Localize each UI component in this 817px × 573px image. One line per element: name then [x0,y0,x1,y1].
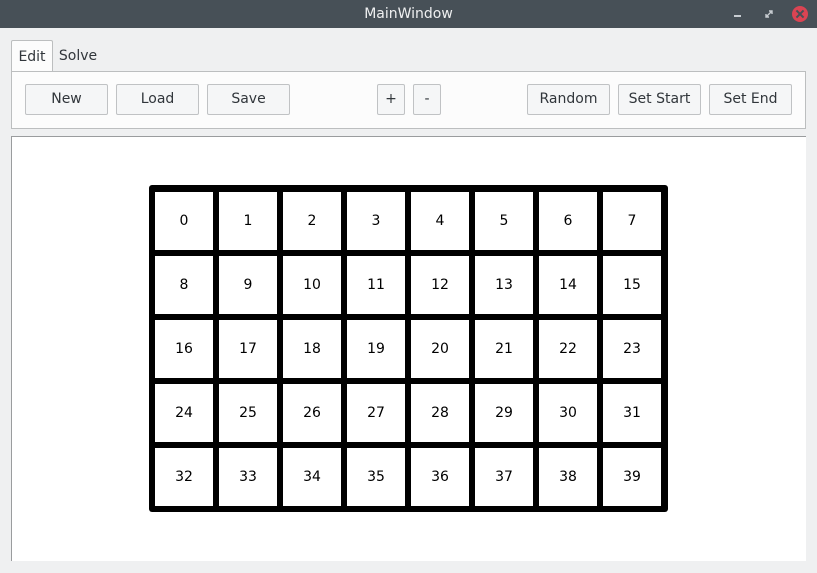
close-icon[interactable] [791,5,809,23]
minimize-icon[interactable] [728,5,746,23]
tab-edit[interactable]: Edit [11,40,53,72]
grid-cell[interactable]: 39 [603,448,661,506]
grid-cell[interactable]: 26 [283,384,341,442]
grid-cell[interactable]: 22 [539,320,597,378]
grid-cell[interactable]: 17 [219,320,277,378]
grid-cell[interactable]: 32 [155,448,213,506]
grid-cell[interactable]: 10 [283,256,341,314]
grid-cell[interactable]: 14 [539,256,597,314]
grid-cell[interactable]: 7 [603,192,661,250]
grid-cell[interactable]: 19 [347,320,405,378]
grid-cell[interactable]: 33 [219,448,277,506]
new-button[interactable]: New [25,84,108,115]
grid-cell[interactable]: 3 [347,192,405,250]
grid-cell[interactable]: 8 [155,256,213,314]
grid-cell[interactable]: 9 [219,256,277,314]
save-button[interactable]: Save [207,84,290,115]
grid-cell[interactable]: 27 [347,384,405,442]
grid-cell[interactable]: 21 [475,320,533,378]
set-end-button[interactable]: Set End [709,84,792,115]
set-start-button[interactable]: Set Start [618,84,701,115]
grid-cell[interactable]: 15 [603,256,661,314]
grid-cell[interactable]: 4 [411,192,469,250]
grid-cell[interactable]: 11 [347,256,405,314]
grid-cell[interactable]: 30 [539,384,597,442]
grid-cell[interactable]: 20 [411,320,469,378]
grid-cell[interactable]: 35 [347,448,405,506]
grid-cell[interactable]: 31 [603,384,661,442]
grid-cell[interactable]: 28 [411,384,469,442]
grid-cell[interactable]: 6 [539,192,597,250]
grid-cell[interactable]: 5 [475,192,533,250]
grid-cell[interactable]: 23 [603,320,661,378]
grid-cell[interactable]: 12 [411,256,469,314]
grid-cell[interactable]: 16 [155,320,213,378]
random-button[interactable]: Random [527,84,610,115]
grid-cell[interactable]: 38 [539,448,597,506]
window-title: MainWindow [364,6,453,22]
grid-cell[interactable]: 29 [475,384,533,442]
grid-cell[interactable]: 2 [283,192,341,250]
grid-cell[interactable]: 1 [219,192,277,250]
grid-cell[interactable]: 13 [475,256,533,314]
grid-cell[interactable]: 25 [219,384,277,442]
grid-cell[interactable]: 0 [155,192,213,250]
restore-icon[interactable] [760,5,778,23]
title-bar: MainWindow [0,0,817,28]
remove-button[interactable]: - [413,84,441,115]
grid-cell[interactable]: 34 [283,448,341,506]
add-button[interactable]: + [377,84,405,115]
grid-cell[interactable]: 24 [155,384,213,442]
grid-cell[interactable]: 37 [475,448,533,506]
grid-cell[interactable]: 36 [411,448,469,506]
grid-cell[interactable]: 18 [283,320,341,378]
load-button[interactable]: Load [116,84,199,115]
tab-solve[interactable]: Solve [56,40,100,72]
